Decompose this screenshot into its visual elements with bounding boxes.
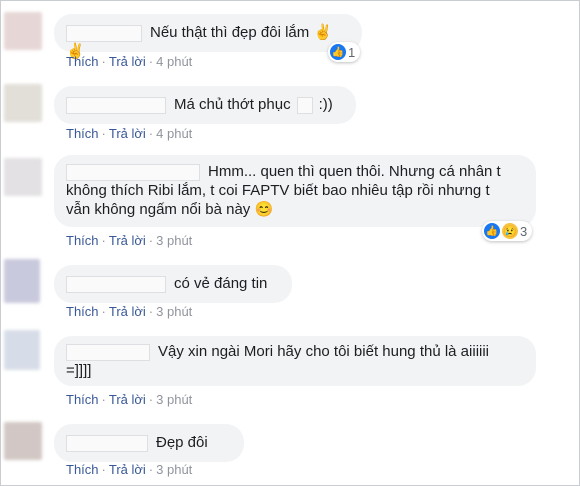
like-link[interactable]: Thích — [66, 462, 99, 477]
comment-bubble: Nếu thật thì đẹp đôi lắm ✌✌ — [54, 14, 362, 60]
avatar[interactable] — [4, 422, 42, 460]
comment-bubble: Vậy xin ngài Mori hãy cho tôi biết hung … — [54, 336, 536, 386]
comment-bubble: Đẹp đôi — [54, 424, 244, 462]
smiling-face-icon: 😊 — [254, 201, 274, 218]
like-link[interactable]: Thích — [66, 126, 99, 141]
comment-text: Đẹp đôi — [156, 434, 208, 451]
author-name-redacted[interactable] — [66, 434, 148, 452]
like-link[interactable]: Thích — [66, 233, 99, 248]
avatar[interactable] — [4, 330, 40, 370]
reply-link[interactable]: Trả lời — [109, 304, 146, 319]
comment-actions: Thích · Trả lời · 3 phút — [66, 462, 193, 477]
reply-link[interactable]: Trả lời — [109, 54, 146, 69]
comment-bubble: Má chủ thớt phục:)) — [54, 86, 356, 124]
timestamp[interactable]: 4 phút — [156, 126, 192, 141]
comment-bubble: Hmm... quen thì quen thôi. Nhưng cá nhân… — [54, 155, 536, 227]
comment-text: Nếu thật thì đẹp đôi lắm — [150, 24, 310, 41]
comment-text-line-2: =]]]] — [66, 362, 92, 379]
avatar[interactable] — [4, 259, 40, 303]
reaction-count: 1 — [348, 44, 356, 60]
reply-link[interactable]: Trả lời — [109, 462, 146, 477]
timestamp[interactable]: 3 phút — [156, 462, 192, 477]
thumbs-up-icon: 👍 — [330, 44, 346, 60]
timestamp[interactable]: 3 phút — [156, 304, 192, 319]
author-name-redacted[interactable] — [66, 343, 150, 361]
timestamp[interactable]: 4 phút — [156, 54, 192, 69]
comment-text-line-1: Hmm... quen thì quen thôi. Nhưng cá nhân… — [208, 163, 501, 180]
comment-actions: Thích · Trả lời · 3 phút — [66, 233, 193, 248]
reply-link[interactable]: Trả lời — [109, 392, 146, 407]
author-name-redacted[interactable] — [66, 96, 166, 114]
thumbs-up-icon: 👍 — [484, 223, 500, 239]
comment-text-line-2: không thích Ribi lắm, t coi FAPTV biết b… — [66, 182, 490, 199]
like-link[interactable]: Thích — [66, 304, 99, 319]
comment-text-line-3: vẫn không ngấm nổi bà này — [66, 201, 251, 218]
comment-actions: Thích · Trả lời · 4 phút — [66, 126, 193, 141]
like-link[interactable]: Thích — [66, 54, 99, 69]
reply-link[interactable]: Trả lời — [109, 233, 146, 248]
reaction-count: 3 — [520, 223, 528, 239]
author-name-redacted[interactable] — [66, 24, 142, 42]
sad-face-icon: 😢 — [502, 223, 518, 239]
comment-actions: Thích · Trả lời · 3 phút — [66, 304, 193, 319]
avatar[interactable] — [4, 158, 42, 196]
author-name-redacted[interactable] — [66, 163, 200, 181]
reaction-summary[interactable]: 👍 1 — [328, 42, 361, 62]
redacted-text — [296, 96, 313, 114]
timestamp[interactable]: 3 phút — [156, 233, 192, 248]
comment-text: có vẻ đáng tin — [174, 275, 268, 292]
timestamp[interactable]: 3 phút — [156, 392, 192, 407]
avatar[interactable] — [4, 84, 42, 122]
reply-link[interactable]: Trả lời — [109, 126, 146, 141]
comment-tail: :)) — [318, 96, 333, 113]
author-name-redacted[interactable] — [66, 275, 166, 293]
comment-text: Má chủ thớt phục — [174, 96, 291, 113]
comment-text-line-1: Vậy xin ngài Mori hãy cho tôi biết hung … — [158, 343, 490, 360]
comment-bubble: có vẻ đáng tin — [54, 265, 292, 303]
comment-actions: Thích · Trả lời · 4 phút — [66, 54, 193, 69]
like-link[interactable]: Thích — [66, 392, 99, 407]
reaction-summary[interactable]: 👍 😢 3 — [482, 221, 533, 241]
avatar[interactable] — [4, 12, 42, 50]
comment-actions: Thích · Trả lời · 3 phút — [66, 392, 193, 407]
